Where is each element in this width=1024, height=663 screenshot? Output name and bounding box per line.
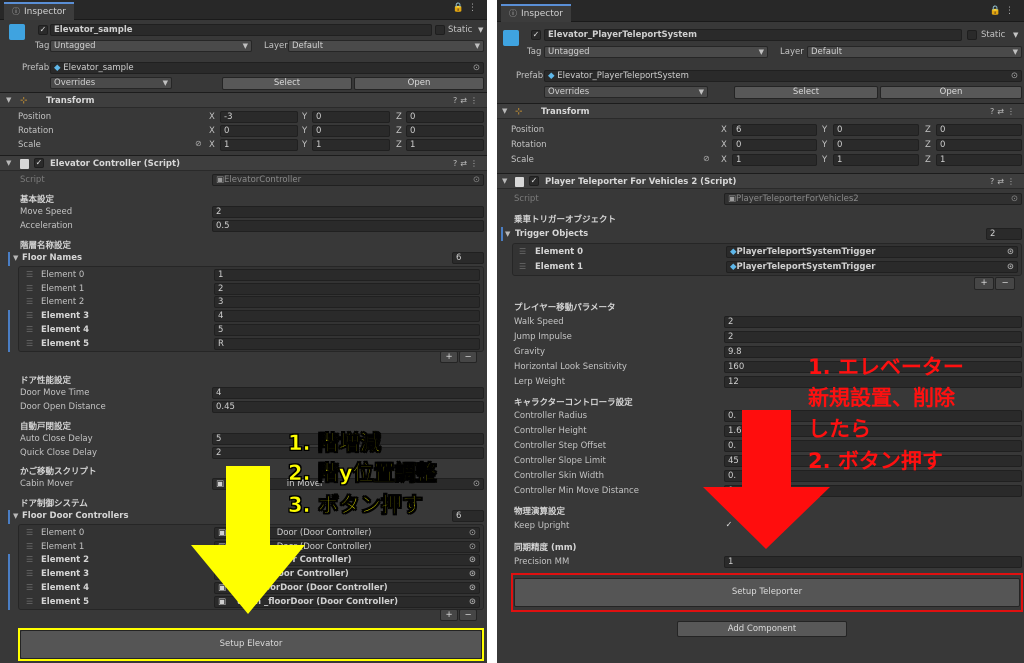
annotation-step-2: 2. ボタン押す bbox=[808, 449, 943, 473]
annotation-step-1: 1. エレベーター bbox=[808, 355, 964, 379]
annotation-step-1-cont2: したら bbox=[808, 417, 871, 441]
red-arrow bbox=[703, 410, 830, 549]
annotation-step-1-cont: 新規設置、削除 bbox=[808, 386, 955, 410]
